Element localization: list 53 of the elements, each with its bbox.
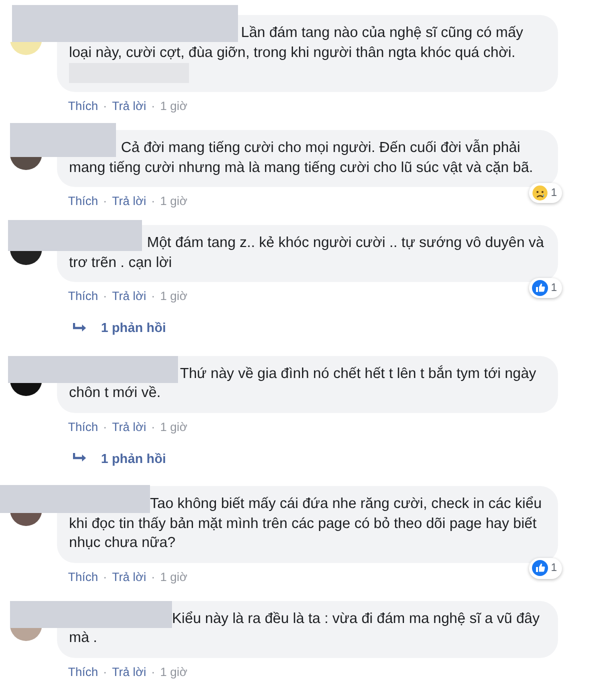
comment-text: Cả đời mang tiếng cười cho mọi người. Đến cuối đời vẫn phải mang tiếng cười nhưng mà là mang tiếng cười cho lũ súc vật và cặn bã.	[69, 139, 534, 178]
separator-dot: ·	[103, 568, 108, 586]
avatar[interactable]	[10, 157, 42, 170]
reaction-badge[interactable]: 1	[528, 558, 562, 578]
separator-dot: ·	[103, 98, 108, 115]
reaction-badge[interactable]: 1	[528, 182, 562, 203]
thumbs-up-icon	[532, 280, 548, 296]
action-link[interactable]: Thích	[68, 416, 98, 436]
separator-dot: ·	[103, 288, 108, 305]
timestamp: 1 giờ	[160, 664, 188, 680]
separator-dot: ·	[151, 193, 156, 210]
timestamp: 1 giờ	[160, 193, 188, 210]
action-link[interactable]: Thích	[68, 286, 98, 306]
thumbs-up-icon	[532, 560, 548, 576]
action-link[interactable]: Thích	[68, 566, 98, 586]
action-link[interactable]: Thích	[68, 191, 98, 211]
separator-dot: ·	[151, 98, 156, 115]
action-link[interactable]: Trả lời	[112, 662, 146, 682]
reaction-count: 1	[550, 186, 558, 200]
comment-text: Kiểu này là ra đều là ta : vừa đi đám ma nghệ sĩ a vũ đây mà .	[69, 610, 541, 648]
action-link[interactable]: Thích	[68, 662, 98, 682]
separator-dot: ·	[151, 288, 156, 305]
timestamp: 1 giờ	[160, 288, 188, 305]
reaction-count: 1	[550, 280, 558, 296]
reply-arrow-icon	[73, 322, 87, 333]
avatar[interactable]	[10, 513, 42, 526]
reaction-count: 1	[550, 561, 558, 576]
replies-link[interactable]: 1 phản hồi	[101, 318, 166, 338]
action-link[interactable]: Trả lời	[112, 191, 146, 211]
separator-dot: ·	[151, 568, 156, 586]
separator-dot: ·	[103, 664, 108, 680]
comment-text: Lần đám tang nào của nghệ sĩ cũng có mấy loại này, cười cợt, đùa giỡn, trong khi người thân ngta khóc quá chời.	[69, 24, 524, 62]
timestamp: 1 giờ	[160, 418, 188, 436]
separator-dot: ·	[151, 418, 156, 436]
comment-text: Thứ này về gia đình nó chết hết t lên t bắn tym tới ngày chôn t mới về.	[69, 364, 538, 403]
reaction-badge[interactable]: 1	[528, 278, 562, 298]
comment-text: Một đám tang z.. kẻ khóc người cười .. tự sướng vô duyên và trơ trẽn . cạn lời	[69, 234, 545, 272]
action-link[interactable]: Trả lời	[112, 286, 146, 306]
action-link[interactable]: Trả lời	[112, 96, 146, 116]
action-link[interactable]: Trả lời	[112, 416, 146, 436]
comment-text: Tao không biết mấy cái đứa nhe răng cười, check in các kiểu khi đọc tin thấy bản mặt mình trên các page có bỏ theo dõi page hay biết nhục chưa nữa?	[69, 495, 543, 553]
avatar[interactable]	[10, 382, 42, 396]
separator-dot: ·	[103, 418, 108, 436]
timestamp: 1 giờ	[160, 568, 188, 586]
action-link[interactable]: Trả lời	[112, 566, 146, 586]
avatar[interactable]	[10, 251, 42, 265]
separator-dot: ·	[103, 193, 108, 210]
replies-link[interactable]: 1 phản hồi	[101, 448, 166, 468]
separator-dot: ·	[151, 664, 156, 680]
action-link[interactable]: Thích	[68, 96, 98, 116]
sad-face-icon	[532, 184, 548, 201]
reply-arrow-icon	[73, 453, 87, 464]
timestamp: 1 giờ	[160, 98, 188, 115]
